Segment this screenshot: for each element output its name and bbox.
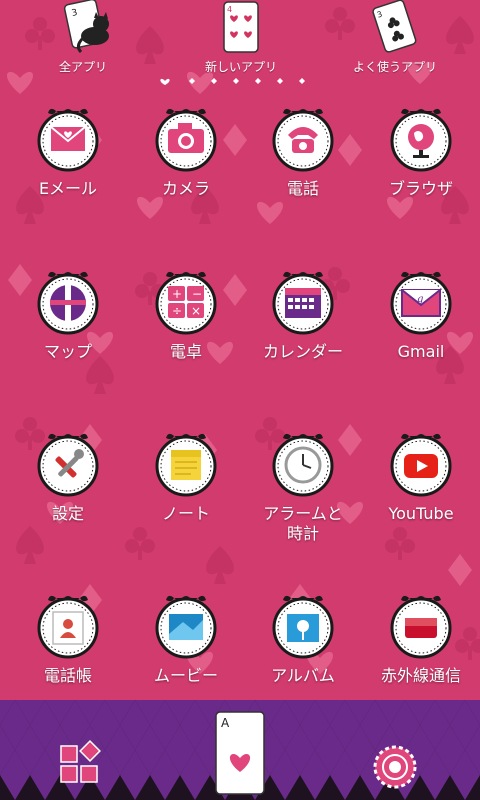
app-icon-frame	[388, 105, 454, 175]
app-label: 電話	[286, 179, 319, 198]
gear-settings-icon	[373, 745, 417, 789]
youtube-play-icon	[390, 433, 452, 497]
frequent-apps-label: よく使うアプリ	[352, 60, 437, 74]
app-label: 電卓	[169, 342, 202, 361]
app-label: Eメール	[38, 179, 98, 198]
dock: A	[0, 700, 480, 800]
app-icon-frame	[153, 592, 219, 662]
infrared-icon	[390, 595, 452, 659]
app-icon-frame	[270, 105, 336, 175]
svg-text:×: ×	[191, 304, 201, 318]
app-icon-frame	[35, 592, 101, 662]
calendar-icon	[272, 271, 334, 335]
telephone-icon	[272, 108, 334, 172]
gmail-envelope-icon: g	[390, 271, 452, 335]
svg-text:+: +	[172, 287, 182, 301]
svg-text:g: g	[417, 294, 423, 305]
camera-icon	[155, 108, 217, 172]
page-dot-current	[160, 78, 170, 85]
tools-icon	[37, 433, 99, 497]
four-of-hearts-card-icon: 4	[223, 1, 259, 53]
app-label: カメラ	[161, 179, 210, 198]
app-label: アラームと 時計	[263, 504, 343, 543]
app-label: ノート	[161, 504, 210, 523]
frequent-apps-shortcut[interactable]: 3 よく使うアプリ	[345, 0, 445, 75]
app-icon-frame	[153, 105, 219, 175]
app-icon-frame	[35, 268, 101, 338]
app-icon-frame	[153, 430, 219, 500]
app-label: Gmail	[397, 342, 445, 361]
settings-gear-button[interactable]	[372, 744, 418, 794]
clock-icon	[272, 433, 334, 497]
app-map[interactable]: マップ	[13, 268, 123, 398]
app-icon-frame	[388, 430, 454, 500]
all-apps-label: 全アプリ	[58, 60, 107, 74]
map-icon	[37, 271, 99, 335]
app-label: YouTube	[388, 504, 454, 523]
ace-of-hearts-card-icon: A	[215, 711, 265, 795]
app-icon-frame: g	[388, 268, 454, 338]
app-globe[interactable]: ブラウザ	[366, 105, 476, 235]
cheshire-cat-card-icon: 3	[63, 0, 109, 54]
app-icon-frame	[35, 430, 101, 500]
app-drawer-squares-icon	[60, 740, 101, 783]
app-label: 赤外線通信	[380, 666, 461, 685]
app-label: アルバム	[271, 666, 335, 685]
app-drawer-button[interactable]	[55, 740, 109, 792]
svg-text:−: −	[192, 287, 202, 301]
app-icon-frame	[270, 592, 336, 662]
app-camera[interactable]: カメラ	[131, 105, 241, 235]
app-calculator[interactable]: + − ÷ × 電卓	[131, 268, 241, 398]
app-tools[interactable]: 設定	[13, 430, 123, 560]
card-rank-label: A	[221, 716, 230, 730]
app-envelope-heart[interactable]: Eメール	[13, 105, 123, 235]
envelope-heart-icon	[37, 108, 99, 172]
svg-text:4: 4	[227, 5, 232, 14]
page-indicator	[160, 78, 305, 85]
new-apps-label: 新しいアプリ	[204, 60, 277, 74]
app-icon-frame	[35, 105, 101, 175]
photo-album-icon	[272, 595, 334, 659]
app-label: 設定	[51, 504, 84, 523]
app-label: マップ	[43, 342, 92, 361]
app-icon-frame	[270, 430, 336, 500]
note-icon	[155, 433, 217, 497]
contacts-icon	[37, 595, 99, 659]
home-screen: 3 全アプリ 4 新しいアプリ 3 よく使うアプリ Eメール カメラ 電話 ブラ…	[0, 0, 480, 800]
app-icon-frame: + − ÷ ×	[153, 268, 219, 338]
globe-icon	[390, 108, 452, 172]
app-label: ブラウザ	[388, 179, 453, 198]
page-dots	[189, 78, 305, 84]
new-apps-shortcut[interactable]: 4 新しいアプリ	[191, 0, 291, 75]
app-label: ムービー	[153, 666, 218, 685]
app-telephone[interactable]: 電話	[248, 105, 358, 235]
app-calendar[interactable]: カレンダー	[248, 268, 358, 398]
app-youtube-play[interactable]: YouTube	[366, 430, 476, 560]
app-label: カレンダー	[262, 342, 343, 361]
three-of-clubs-card-icon: 3	[372, 0, 417, 53]
app-note[interactable]: ノート	[131, 430, 241, 560]
app-label: 電話帳	[43, 666, 92, 685]
app-clock[interactable]: アラームと 時計	[248, 430, 358, 560]
all-apps-shortcut[interactable]: 3 全アプリ	[33, 0, 133, 75]
app-icon-frame	[270, 268, 336, 338]
app-gmail-envelope[interactable]: g Gmail	[366, 268, 476, 398]
svg-text:÷: ÷	[172, 304, 182, 318]
movie-icon	[155, 595, 217, 659]
calculator-icon: + −÷ ×	[155, 271, 217, 335]
app-icon-frame	[388, 592, 454, 662]
home-card-button[interactable]: A	[212, 708, 268, 800]
